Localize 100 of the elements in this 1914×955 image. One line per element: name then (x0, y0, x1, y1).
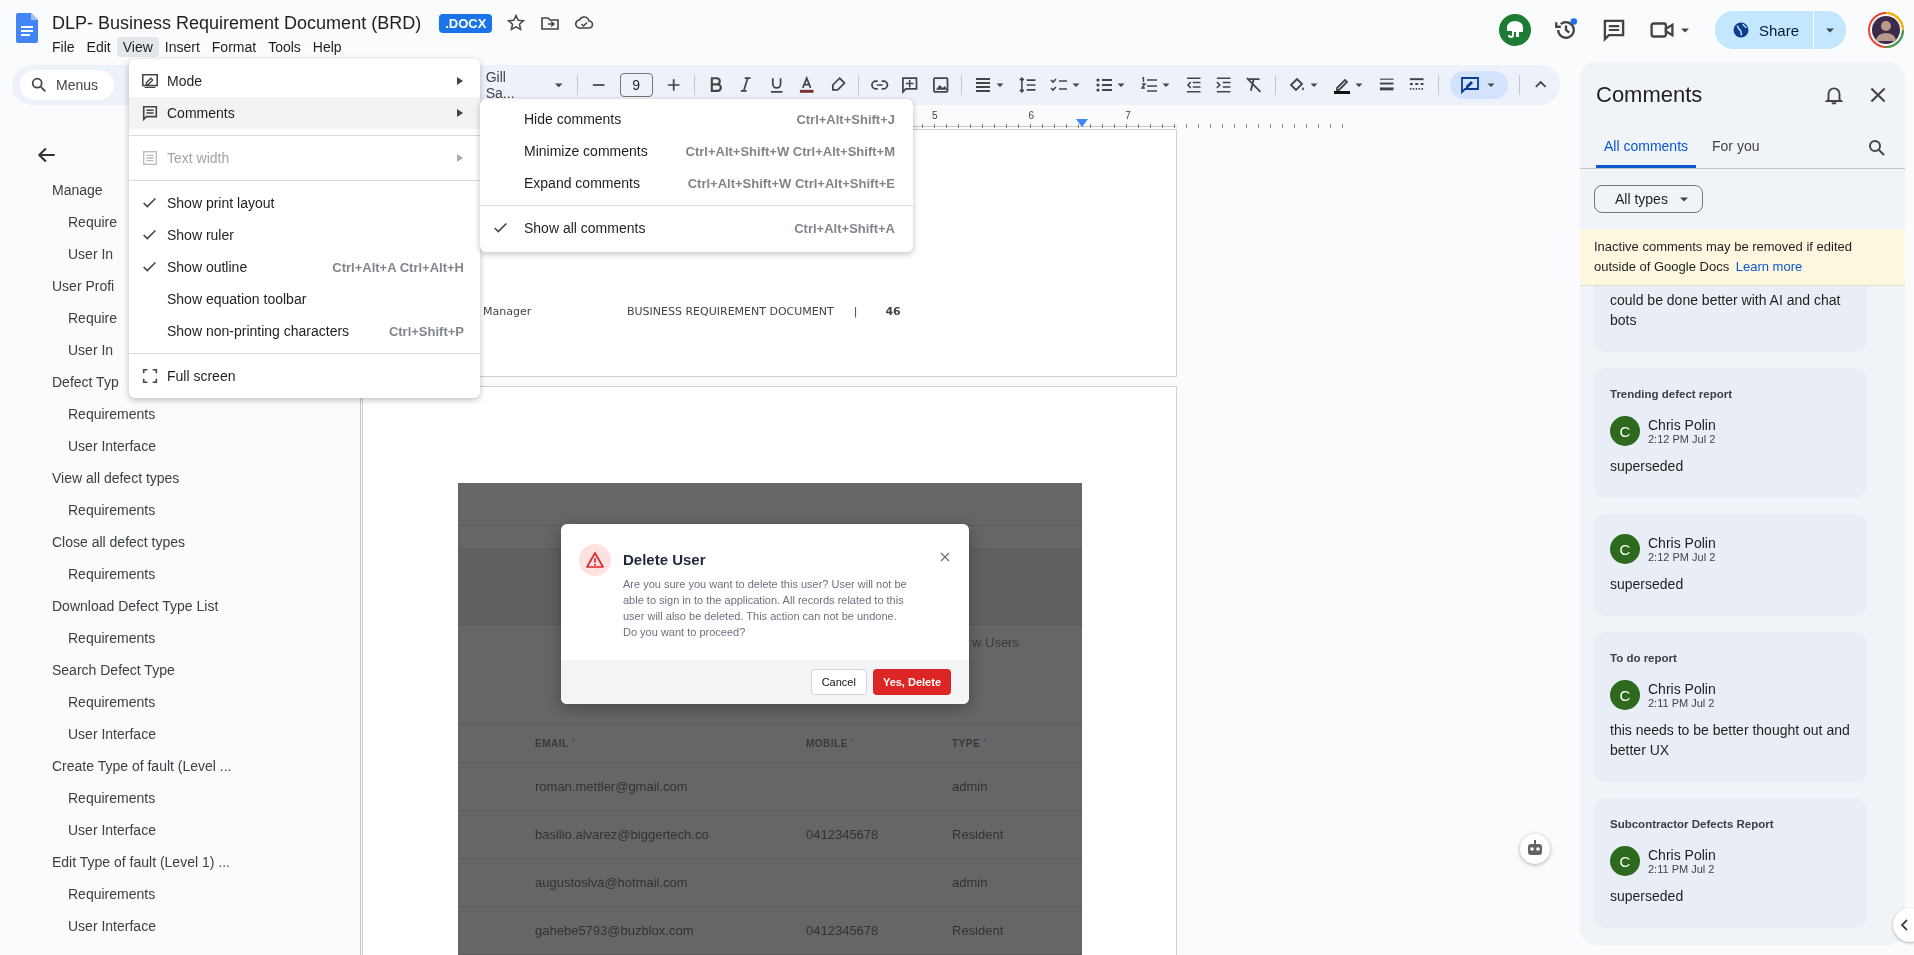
menu-option[interactable]: Mode (129, 65, 480, 97)
outline-item[interactable]: User Interface (22, 430, 360, 462)
cancel-button[interactable]: Cancel (810, 669, 867, 695)
menu-option[interactable]: Expand comments Ctrl+Alt+Shift+W Ctrl+Alt+Shift+E (480, 167, 913, 199)
ruler-number: 7 (1125, 110, 1131, 123)
star-icon[interactable] (506, 13, 527, 33)
mode-icon (141, 72, 159, 90)
outline-item[interactable]: View all defect types (22, 462, 360, 494)
menu-item[interactable]: Format (205, 37, 263, 57)
menu-option[interactable]: Show non-printing characters Ctrl+Shift+P (129, 315, 480, 347)
outline-item[interactable]: User Interface (22, 910, 360, 942)
editing-mode-button[interactable] (1449, 71, 1508, 99)
clear-formatting-icon[interactable] (1244, 75, 1264, 95)
delete-button[interactable]: Yes, Delete (872, 669, 951, 695)
add-comment-icon[interactable] (900, 75, 920, 95)
outline-item[interactable]: User Interface (22, 718, 360, 750)
menu-item[interactable]: File (46, 37, 81, 57)
learn-more-link[interactable]: Learn more (1735, 259, 1803, 274)
comment-text: could be done better with AI and chat bots (1610, 291, 1842, 330)
outline-item[interactable]: Requirements (22, 494, 360, 526)
outline-item[interactable]: Requirements (22, 686, 360, 718)
dialog-title: Delete User (623, 551, 707, 568)
font-size-field[interactable]: 9 (619, 73, 653, 97)
menu-option[interactable]: Show equation toolbar (129, 283, 480, 315)
comment-card[interactable]: could be done better with AI and chat bots (1594, 286, 1867, 352)
outline-item[interactable]: Edit Type of fault (Level 1) ... (22, 846, 360, 878)
dialog-message: Are you sure you want to delete this user? User will not be able to sign in to the application. All records related to this user will also be deleted. This action can not be undone. Do you want to proceed? (623, 577, 908, 640)
ruler-number: 6 (1028, 110, 1035, 123)
shortcut-text: Ctrl+Alt+Shift+A (794, 220, 895, 236)
shortcut-text: Ctrl+Alt+A Ctrl+Alt+H (332, 259, 464, 275)
search-icon (30, 76, 48, 94)
comment-time: 2:12 PM Jul 2 (1648, 433, 1716, 445)
share-button[interactable]: Share (1714, 11, 1814, 49)
menu-item[interactable]: Insert (158, 37, 206, 57)
menu-option[interactable]: Show ruler (129, 219, 480, 251)
comment-card[interactable]: C Chris Polin 2:12 PM Jul 2 superseded (1594, 514, 1867, 616)
ruler-number: 5 (932, 110, 938, 123)
outline-item[interactable]: User Interface (22, 814, 360, 846)
comment-card[interactable]: To do report C Chris Polin 2:11 PM Jul 2 this needs to be better thought out and better UX (1594, 632, 1867, 782)
comment-icon (141, 104, 159, 122)
avatar: C (1610, 846, 1640, 876)
menu-option[interactable]: Comments (129, 97, 480, 129)
shortcut-text: Ctrl+Alt+Shift+J (796, 111, 895, 127)
menu-option[interactable]: Full screen (129, 360, 480, 392)
font-dropdown[interactable]: Gill Sa... (485, 69, 567, 101)
comment-text: superseded (1610, 575, 1685, 594)
outline-item[interactable]: Requirements (22, 558, 360, 590)
tab[interactable]: All comments (1596, 128, 1697, 168)
numbered-list-icon (1138, 75, 1159, 95)
author-name: Chris Polin (1648, 417, 1716, 433)
shortcut-text: Ctrl+Shift+P (388, 323, 464, 339)
menu-item[interactable]: Edit (80, 37, 117, 57)
outline-item[interactable]: Download Defect Type List (22, 590, 360, 622)
tab[interactable]: For you (1704, 128, 1768, 168)
menu-option[interactable]: Show print layout (129, 187, 480, 219)
comment-text: superseded (1610, 457, 1685, 476)
menu-option[interactable]: Show outline Ctrl+Alt+A Ctrl+Alt+H (129, 251, 480, 283)
menu-option[interactable]: Minimize comments Ctrl+Alt+Shift+W Ctrl+Alt+Shift+M (480, 135, 913, 167)
notice-text: Inactive comments may be removed if edited outside of Google Docs Learn more (1594, 238, 1853, 276)
comment-card[interactable]: Trending defect report C Chris Polin 2:12 PM Jul 2 superseded (1594, 368, 1867, 498)
filter-dropdown[interactable]: All types (1594, 185, 1703, 213)
menu-option[interactable]: Show all comments Ctrl+Alt+Shift+A (480, 212, 913, 244)
warning-icon (579, 544, 611, 576)
line-spacing-icon[interactable] (1018, 75, 1038, 95)
comment-heading: Subcontractor Defects Report (1610, 818, 1775, 830)
search-icon[interactable] (1867, 138, 1887, 158)
outline-item[interactable]: Requirements (22, 782, 360, 814)
edit-icon (1459, 75, 1480, 95)
outline-item[interactable]: Requirements (22, 878, 360, 910)
comment-text: superseded (1610, 887, 1685, 906)
outline-item[interactable]: Create Type of fault (Level ... (22, 750, 360, 782)
comment-text: this needs to be better thought out and better UX (1610, 721, 1851, 760)
author-name: Chris Polin (1648, 847, 1716, 863)
outline-item[interactable]: Search Defect Type (22, 654, 360, 686)
shortcut-text: Ctrl+Alt+Shift+W Ctrl+Alt+Shift+E (687, 175, 895, 191)
menu-item[interactable]: Help (306, 37, 348, 57)
page-number: 46 (885, 304, 901, 318)
author-name: Chris Polin (1648, 681, 1716, 697)
author-name: Chris Polin (1648, 535, 1716, 551)
document-icon[interactable] (16, 13, 38, 43)
menu-item[interactable]: Tools (262, 37, 307, 57)
text-width-icon (141, 149, 159, 167)
outline-item[interactable]: Requirements (22, 622, 360, 654)
outline-item[interactable]: Close all defect types (22, 526, 360, 558)
robot-icon[interactable] (1520, 834, 1550, 864)
avatar: C (1610, 534, 1640, 564)
footer-separator: | (853, 304, 858, 318)
comment-card[interactable]: Subcontractor Defects Report C Chris Polin 2:11 PM Jul 2 superseded (1594, 798, 1867, 928)
avatar-icon[interactable] (1868, 12, 1904, 48)
outline-item[interactable]: Requirements (22, 398, 360, 430)
footer-text: Manager (483, 304, 533, 318)
image-icon[interactable] (930, 75, 951, 95)
menu-option[interactable]: Hide comments Ctrl+Alt+Shift+J (480, 103, 913, 135)
comment-heading: Trending defect report (1610, 388, 1734, 400)
comment-time: 2:11 PM Jul 2 (1648, 863, 1716, 875)
menu-item[interactable]: View (116, 37, 159, 57)
chevron-icon (1900, 919, 1910, 931)
menu-search-field[interactable]: Menus (20, 70, 115, 100)
avatar: C (1610, 416, 1640, 446)
document-title[interactable]: DLP- Business Requirement Document (BRD) (52, 12, 422, 34)
